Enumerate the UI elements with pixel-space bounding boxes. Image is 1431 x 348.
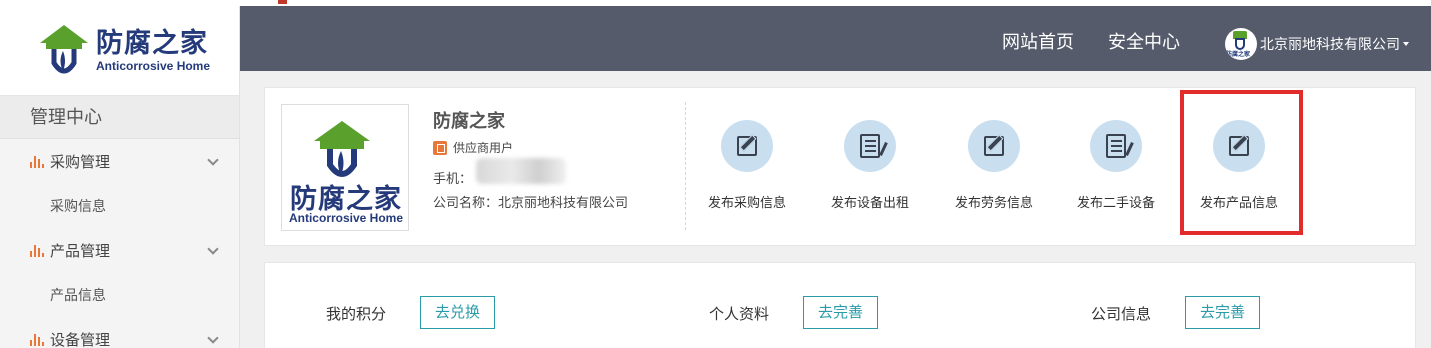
complete-personal-button[interactable]: 去完善	[803, 296, 878, 329]
bar-chart-icon	[30, 155, 44, 168]
chevron-down-icon	[207, 242, 219, 255]
action-label: 发布采购信息	[707, 195, 786, 210]
sidebar-group-purchase[interactable]: 采购管理	[0, 139, 239, 184]
user-name: 北京丽地科技有限公司	[1260, 36, 1400, 52]
publish-labor-button[interactable]: 发布劳务信息	[939, 120, 1049, 211]
company-logo-en: Anticorrosive Home	[288, 211, 404, 225]
action-label: 发布二手设备	[1076, 195, 1155, 210]
sidebar-group-label: 采购管理	[50, 154, 111, 171]
sidebar-title: 管理中心	[0, 96, 239, 139]
chevron-down-icon	[207, 331, 219, 344]
top-strip-mark	[278, 0, 287, 4]
phone-redacted	[476, 157, 567, 184]
nav-home-link[interactable]: 网站首页	[1002, 6, 1074, 78]
sidebar-group-equipment[interactable]: 设备管理	[0, 317, 239, 348]
chevron-down-icon	[207, 153, 219, 166]
company-name: 防腐之家	[433, 111, 505, 131]
phone-row: 手机：	[433, 157, 567, 187]
publish-purchase-button[interactable]: 发布采购信息	[692, 120, 802, 211]
top-header: 网站首页 安全中心 防腐之家 北京丽地科技有限公司	[240, 6, 1431, 71]
logo-en: Anticorrosive Home	[96, 58, 211, 73]
sidebar-item-purchase-info[interactable]: 采购信息	[0, 184, 239, 228]
site-logo[interactable]: 防腐之家 Anticorrosive Home	[0, 6, 239, 96]
document-icon	[1090, 120, 1142, 172]
logo-cn: 防腐之家	[96, 27, 208, 59]
personal-info-label: 个人资料	[709, 306, 770, 323]
action-label: 发布劳务信息	[954, 195, 1033, 210]
redeem-button[interactable]: 去兑换	[420, 296, 495, 329]
phone-label: 手机：	[433, 171, 473, 186]
edit-icon	[968, 120, 1020, 172]
logo-text: 防腐之家 Anticorrosive Home	[96, 27, 211, 73]
logo-mark-icon	[314, 121, 370, 177]
sidebar-group-label: 产品管理	[50, 243, 111, 260]
sidebar-group-label: 设备管理	[50, 332, 111, 348]
company-full-name: 公司名称：北京丽地科技有限公司	[433, 195, 629, 210]
bar-chart-icon	[30, 333, 44, 346]
nav-security-link[interactable]: 安全中心	[1108, 6, 1180, 78]
avatar-text: 防腐之家	[1226, 52, 1251, 58]
sidebar-item-product-info[interactable]: 产品信息	[0, 273, 239, 317]
points-card: 我的积分 去兑换 个人资料 去完善 公司信息 去完善	[264, 262, 1416, 348]
sidebar-group-product[interactable]: 产品管理	[0, 228, 239, 273]
publish-secondhand-button[interactable]: 发布二手设备	[1061, 120, 1171, 211]
profile-card: 防腐之家 Anticorrosive Home 防腐之家 供应商用户 手机： 公…	[264, 87, 1416, 246]
user-type: 供应商用户	[433, 139, 513, 156]
logo-mark-icon	[40, 24, 88, 73]
caret-down-icon	[1403, 42, 1409, 46]
supplier-badge-icon	[433, 140, 447, 155]
publish-rental-button[interactable]: 发布设备出租	[815, 120, 925, 211]
company-info-label: 公司信息	[1091, 306, 1152, 323]
my-points-label: 我的积分	[326, 306, 387, 323]
company-logo: 防腐之家 Anticorrosive Home	[281, 104, 409, 231]
sidebar: 防腐之家 Anticorrosive Home 管理中心 采购管理 采购信息 产…	[0, 6, 240, 348]
action-label: 发布设备出租	[830, 195, 909, 210]
document-icon	[844, 120, 896, 172]
edit-icon	[721, 120, 773, 172]
user-type-label: 供应商用户	[453, 141, 514, 155]
divider	[685, 102, 686, 230]
highlight-box	[1180, 90, 1303, 235]
complete-company-button[interactable]: 去完善	[1185, 296, 1260, 329]
avatar: 防腐之家	[1225, 28, 1257, 60]
bar-chart-icon	[30, 244, 44, 257]
user-menu[interactable]: 防腐之家 北京丽地科技有限公司	[1225, 28, 1409, 60]
